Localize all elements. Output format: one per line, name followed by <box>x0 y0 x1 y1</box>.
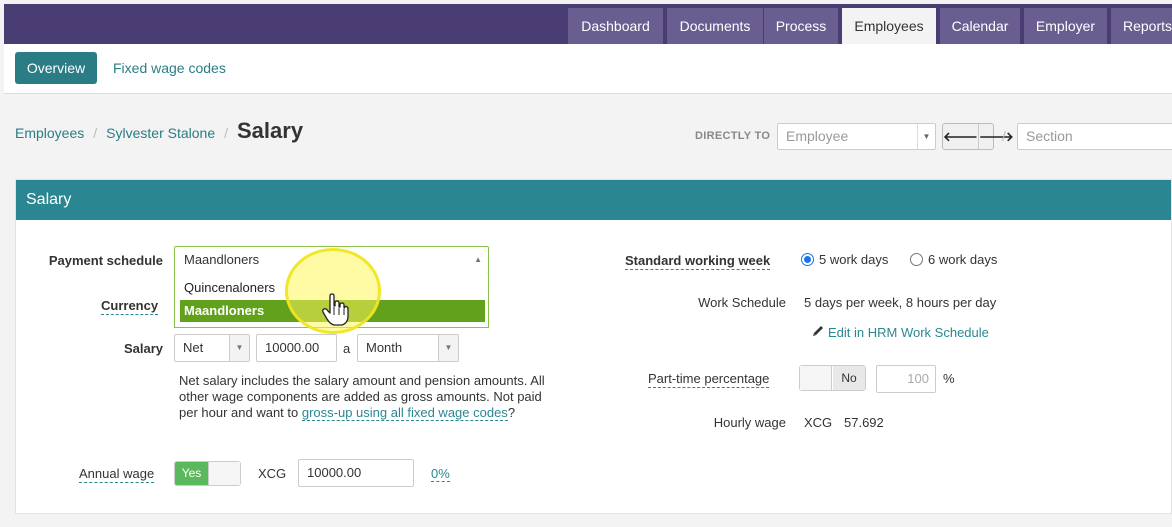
radio-6-work-days-label[interactable]: 6 work days <box>928 252 997 267</box>
part-time-percentage-label[interactable]: Part-time percentage <box>648 371 770 388</box>
radio-6-work-days[interactable] <box>910 253 923 266</box>
toggle-yes-label: Yes <box>175 462 208 485</box>
hourly-wage-currency: XCG <box>804 415 833 430</box>
standard-working-week-label[interactable]: Standard working week <box>625 253 771 270</box>
overview-button[interactable]: Overview <box>15 52 97 84</box>
net-salary-help: Net salary includes the salary amount an… <box>179 373 559 421</box>
chevron-up-icon: ▲ <box>474 255 482 264</box>
tab-calendar[interactable]: Calendar <box>940 8 1020 44</box>
salary-amount-input[interactable]: 10000.00 <box>256 334 337 362</box>
arrow-right-icon[interactable]: 🡒 <box>979 124 1014 149</box>
breadcrumb: Employees / Sylvester Stalone / Salary <box>15 118 303 152</box>
toggle-knob <box>208 462 240 485</box>
jump-separator: / <box>1002 128 1006 144</box>
employee-select[interactable]: Employee ▼ <box>777 123 936 150</box>
part-time-input[interactable]: 100 <box>876 365 936 393</box>
salary-type-value: Net <box>183 340 204 355</box>
hand-pointer-icon <box>321 293 349 327</box>
annual-wage-toggle[interactable]: Yes <box>174 461 241 486</box>
tab-process[interactable]: Process <box>764 8 838 44</box>
fixed-wage-codes-link[interactable]: Fixed wage codes <box>113 60 226 76</box>
radio-5-work-days-label[interactable]: 5 work days <box>819 252 888 267</box>
hourly-wage-value: 57.692 <box>844 415 884 430</box>
sub-nav: Overview Fixed wage codes <box>4 44 1172 94</box>
page-title: Salary <box>237 118 304 143</box>
chevron-down-icon: ▼ <box>917 124 935 149</box>
edit-work-schedule-link[interactable]: Edit in HRM Work Schedule <box>828 325 989 340</box>
top-nav: Dashboard Documents Process Employees Ca… <box>4 4 1172 44</box>
payment-schedule-label: Payment schedule <box>48 253 163 268</box>
salary-type-select[interactable]: Net ▼ <box>174 334 250 362</box>
annual-wage-percent[interactable]: 0% <box>431 466 450 482</box>
salary-period-select[interactable]: Month ▼ <box>357 334 459 362</box>
arrow-left-icon[interactable]: 🡐 <box>943 124 979 149</box>
help-text-end: ? <box>507 405 516 420</box>
annual-wage-label[interactable]: Annual wage <box>79 466 155 483</box>
tab-employees[interactable]: Employees <box>842 8 936 44</box>
prev-next-buttons: 🡐 🡒 <box>942 123 1014 150</box>
breadcrumb-employees[interactable]: Employees <box>15 125 84 141</box>
currency-label[interactable]: Currency <box>101 298 159 315</box>
directly-to-label: DIRECTLY TO <box>695 130 771 142</box>
chevron-down-icon: ▼ <box>229 335 249 361</box>
section-select[interactable]: Section <box>1017 123 1172 150</box>
work-schedule-value: 5 days per week, 8 hours per day <box>804 295 997 310</box>
hourly-wage-label: Hourly wage <box>713 415 786 430</box>
employee-select-placeholder: Employee <box>786 128 849 144</box>
panel-title: Salary <box>16 180 1171 220</box>
breadcrumb-person[interactable]: Sylvester Stalone <box>106 125 215 141</box>
pencil-icon <box>811 324 825 338</box>
payment-schedule-value: Maandloners <box>184 252 260 267</box>
salary-label: Salary <box>123 341 163 356</box>
toggle-knob <box>800 366 832 390</box>
salary-period-value: Month <box>366 340 403 355</box>
breadcrumb-separator: / <box>93 125 98 141</box>
tab-documents[interactable]: Documents <box>667 8 763 44</box>
salary-per-text: a <box>343 341 351 356</box>
tab-employer[interactable]: Employer <box>1024 8 1107 44</box>
part-time-toggle[interactable]: No <box>799 365 866 391</box>
gross-up-link[interactable]: gross-up using all fixed wage codes <box>301 405 508 421</box>
breadcrumb-separator: / <box>224 125 228 141</box>
annual-wage-currency: XCG <box>258 466 287 481</box>
chevron-down-icon: ▼ <box>438 335 458 361</box>
work-schedule-label: Work Schedule <box>698 295 786 310</box>
annual-wage-input[interactable]: 10000.00 <box>298 459 414 487</box>
toggle-no-label: No <box>833 366 865 390</box>
part-time-unit: % <box>943 371 955 386</box>
tab-dashboard[interactable]: Dashboard <box>568 8 663 44</box>
tab-reports[interactable]: Reports <box>1111 8 1172 44</box>
radio-5-work-days[interactable] <box>801 253 814 266</box>
